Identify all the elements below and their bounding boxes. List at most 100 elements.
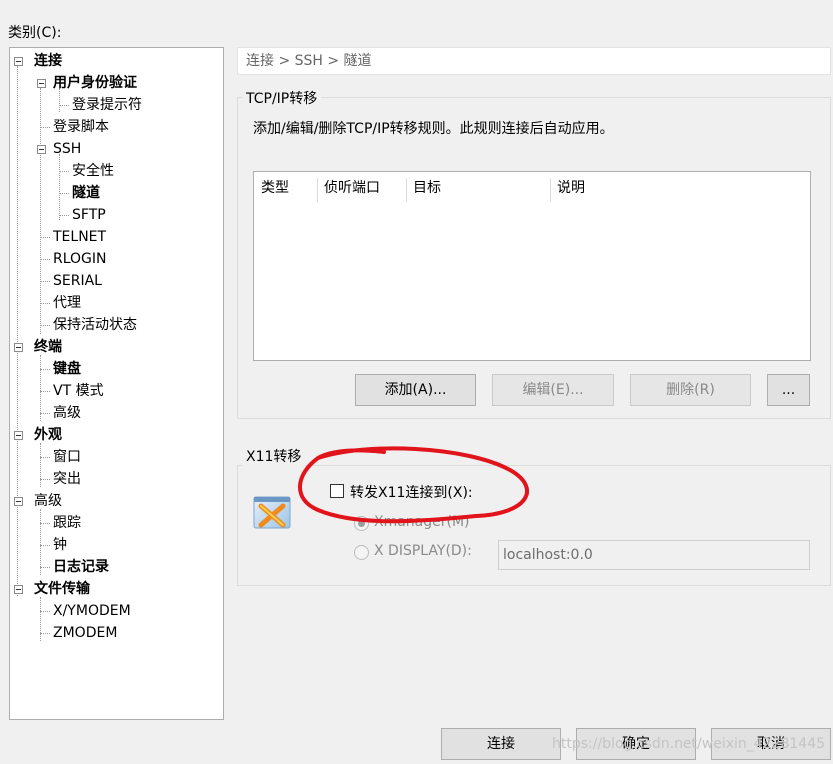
- tree-item[interactable]: 连接: [34, 50, 62, 72]
- collapse-toggle-icon[interactable]: [14, 431, 23, 440]
- tree-item-label: X/YMODEM: [53, 603, 131, 619]
- tree-item[interactable]: SSH: [53, 138, 81, 160]
- tree-item-label: 连接: [34, 53, 62, 69]
- collapse-toggle-icon[interactable]: [37, 79, 46, 88]
- collapse-toggle-icon[interactable]: [14, 343, 23, 352]
- tree-item-label: 窗口: [53, 449, 81, 465]
- tree-connector: [40, 479, 50, 480]
- tree-connector: [40, 259, 50, 260]
- collapse-toggle-icon[interactable]: [37, 145, 46, 154]
- forwarding-rules-table[interactable]: 类型 侦听端口 目标 说明: [253, 171, 811, 361]
- tree-item-label: 隧道: [72, 185, 100, 201]
- tree-item-label: 突出: [53, 471, 81, 487]
- category-tree[interactable]: 连接用户身份验证登录提示符登录脚本 SSH 安全性隧道 SFTP TELNET RLOGI…: [9, 47, 224, 720]
- tree-item-label: 高级: [53, 405, 81, 421]
- tree-connector: [40, 281, 50, 282]
- connect-button[interactable]: 连接: [441, 728, 561, 760]
- tree-item[interactable]: 文件传输: [34, 578, 90, 600]
- tree-item[interactable]: VT 模式: [53, 380, 104, 402]
- column-header-listen-port[interactable]: 侦听端口: [317, 172, 406, 204]
- x-display-radio[interactable]: [354, 545, 369, 560]
- column-header-type[interactable]: 类型: [254, 172, 317, 204]
- tree-connector: [40, 413, 50, 414]
- tree-item-label: 用户身份验证: [53, 75, 137, 91]
- more-options-button[interactable]: ...: [767, 374, 810, 406]
- tree-item[interactable]: X/YMODEM: [53, 600, 131, 622]
- tree-item[interactable]: 日志记录: [53, 556, 109, 578]
- tree-guide-line: [40, 597, 41, 641]
- x-display-input[interactable]: localhost:0.0: [498, 540, 810, 570]
- tree-guide-line: [17, 66, 18, 596]
- tree-connector: [40, 237, 50, 238]
- tree-connector: [40, 303, 50, 304]
- tree-item[interactable]: SERIAL: [53, 270, 102, 292]
- tree-item-label: 日志记录: [53, 559, 109, 575]
- collapse-toggle-icon[interactable]: [14, 57, 23, 66]
- tree-connector: [40, 523, 50, 524]
- tree-connector: [40, 611, 50, 612]
- delete-rule-button[interactable]: 删除(R): [630, 374, 751, 406]
- watermark-text: https://blog.csdn.net/weixin_42281445: [552, 736, 826, 752]
- tree-item[interactable]: 窗口: [53, 446, 81, 468]
- tree-connector: [40, 369, 50, 370]
- tree-item[interactable]: 保持活动状态: [53, 314, 137, 336]
- tree-item-label: 键盘: [53, 361, 81, 377]
- column-header-target[interactable]: 目标: [406, 172, 550, 204]
- tcp-description: 添加/编辑/删除TCP/IP转移规则。此规则连接后自动应用。: [253, 121, 614, 137]
- tree-guide-line: [40, 509, 41, 575]
- column-header-description[interactable]: 说明: [550, 172, 750, 204]
- edit-rule-button[interactable]: 编辑(E)...: [492, 374, 614, 406]
- tree-connector: [40, 391, 50, 392]
- category-label: 类别(C):: [8, 25, 62, 41]
- breadcrumb: 连接 > SSH > 隧道: [237, 47, 831, 75]
- x-display-radio-label: X DISPLAY(D):: [374, 543, 472, 559]
- tree-item[interactable]: 高级: [53, 402, 81, 424]
- tree-item-label: VT 模式: [53, 383, 104, 399]
- tree-item-label: RLOGIN: [53, 251, 107, 267]
- tree-item-label: 高级: [34, 493, 62, 509]
- tree-connector: [59, 215, 69, 216]
- tree-item[interactable]: 登录提示符: [72, 94, 142, 116]
- xmanager-icon: [251, 494, 295, 534]
- tree-item-label: TELNET: [53, 229, 107, 245]
- tree-item-label: 文件传输: [34, 581, 90, 597]
- tree-connector: [59, 171, 69, 172]
- tree-guide-line: [40, 88, 41, 334]
- tree-item[interactable]: 键盘: [53, 358, 81, 380]
- tree-item-label: 保持活动状态: [53, 317, 137, 333]
- tree-item[interactable]: RLOGIN: [53, 248, 107, 270]
- tree-item-label: 终端: [34, 339, 62, 355]
- tree-item[interactable]: ZMODEM: [53, 622, 117, 644]
- collapse-toggle-icon[interactable]: [14, 585, 23, 594]
- tree-guide-line: [59, 154, 60, 220]
- tree-item-label: ZMODEM: [53, 625, 118, 641]
- tree-item[interactable]: 用户身份验证: [53, 72, 137, 94]
- tree-item[interactable]: 突出: [53, 468, 81, 490]
- tree-item[interactable]: TELNET: [53, 226, 106, 248]
- tree-item[interactable]: 隧道: [72, 182, 100, 204]
- tree-item[interactable]: 高级: [34, 490, 62, 512]
- tree-connector: [40, 127, 50, 128]
- tree-item-label: 登录脚本: [53, 119, 109, 135]
- tree-item-label: 钟: [53, 537, 67, 553]
- collapse-toggle-icon[interactable]: [14, 497, 23, 506]
- tree-item[interactable]: 外观: [34, 424, 62, 446]
- tree-item-label: SSH: [53, 141, 82, 157]
- tree-guide-line: [40, 443, 41, 487]
- tree-item[interactable]: 安全性: [72, 160, 114, 182]
- tree-item[interactable]: 跟踪: [53, 512, 81, 534]
- tree-connector: [40, 457, 50, 458]
- tree-connector: [40, 325, 50, 326]
- tree-item[interactable]: SFTP: [72, 204, 106, 226]
- tree-item[interactable]: 代理: [53, 292, 81, 314]
- tree-item[interactable]: 终端: [34, 336, 62, 358]
- tree-connector: [40, 567, 50, 568]
- tree-item[interactable]: 登录脚本: [53, 116, 109, 138]
- add-rule-button[interactable]: 添加(A)...: [355, 374, 476, 406]
- tree-item[interactable]: 钟: [53, 534, 67, 556]
- tree-connector: [40, 633, 50, 634]
- tree-connector: [59, 105, 69, 106]
- tcp-group-title: TCP/IP转移: [242, 88, 322, 108]
- tree-connector: [40, 545, 50, 546]
- tree-item-label: SFTP: [72, 207, 106, 223]
